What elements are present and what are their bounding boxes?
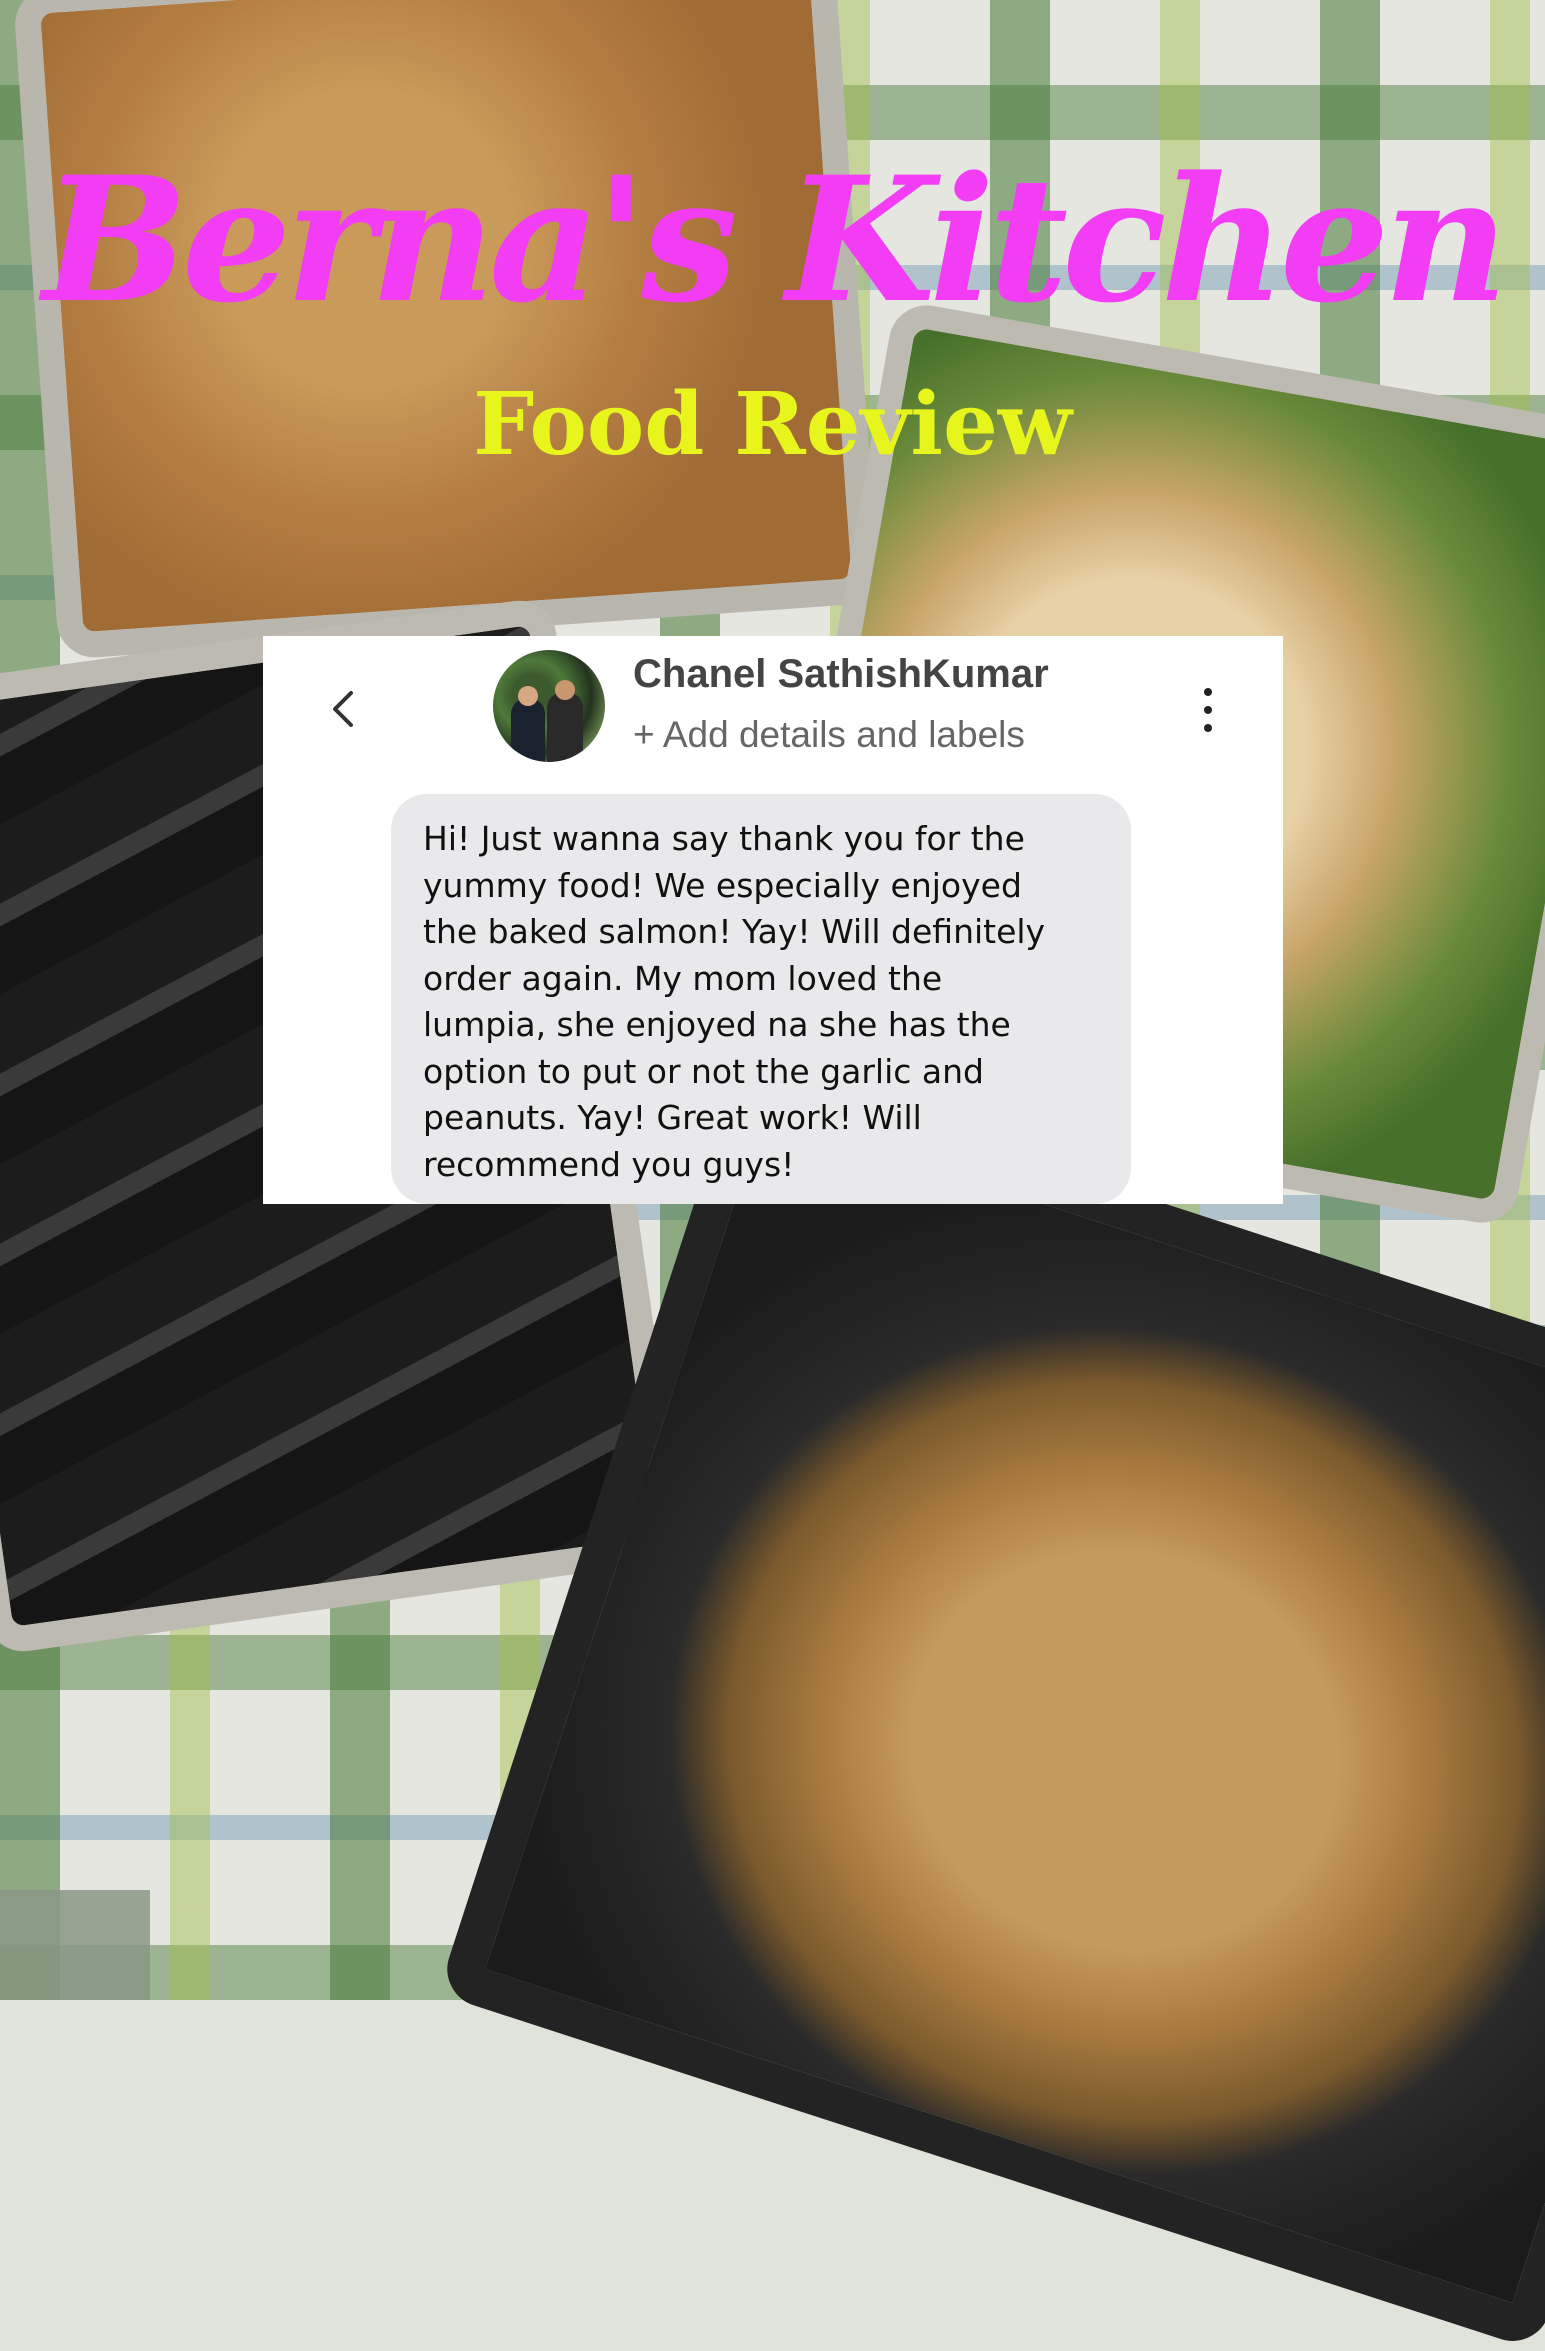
- conversation-header: Chanel SathishKumar + Add details and la…: [263, 636, 1283, 796]
- contact-name[interactable]: Chanel SathishKumar: [633, 652, 1049, 697]
- brand-logo-badge: [0, 1890, 150, 2000]
- message-bubble: Hi! Just wanna say thank you for the yum…: [391, 794, 1131, 1204]
- add-details-link[interactable]: + Add details and labels: [633, 714, 1025, 756]
- chevron-left-icon: [333, 691, 353, 727]
- avatar[interactable]: [493, 650, 605, 762]
- message-screenshot-card: Chanel SathishKumar + Add details and la…: [263, 636, 1283, 1204]
- page-subtitle: Food Review: [473, 374, 1072, 475]
- brand-title: Berna's Kitchen: [42, 138, 1509, 341]
- more-options-button[interactable]: [1198, 688, 1218, 732]
- message-text: Hi! Just wanna say thank you for the yum…: [423, 819, 1046, 1184]
- more-vertical-icon: [1204, 688, 1212, 696]
- back-button[interactable]: [323, 684, 363, 734]
